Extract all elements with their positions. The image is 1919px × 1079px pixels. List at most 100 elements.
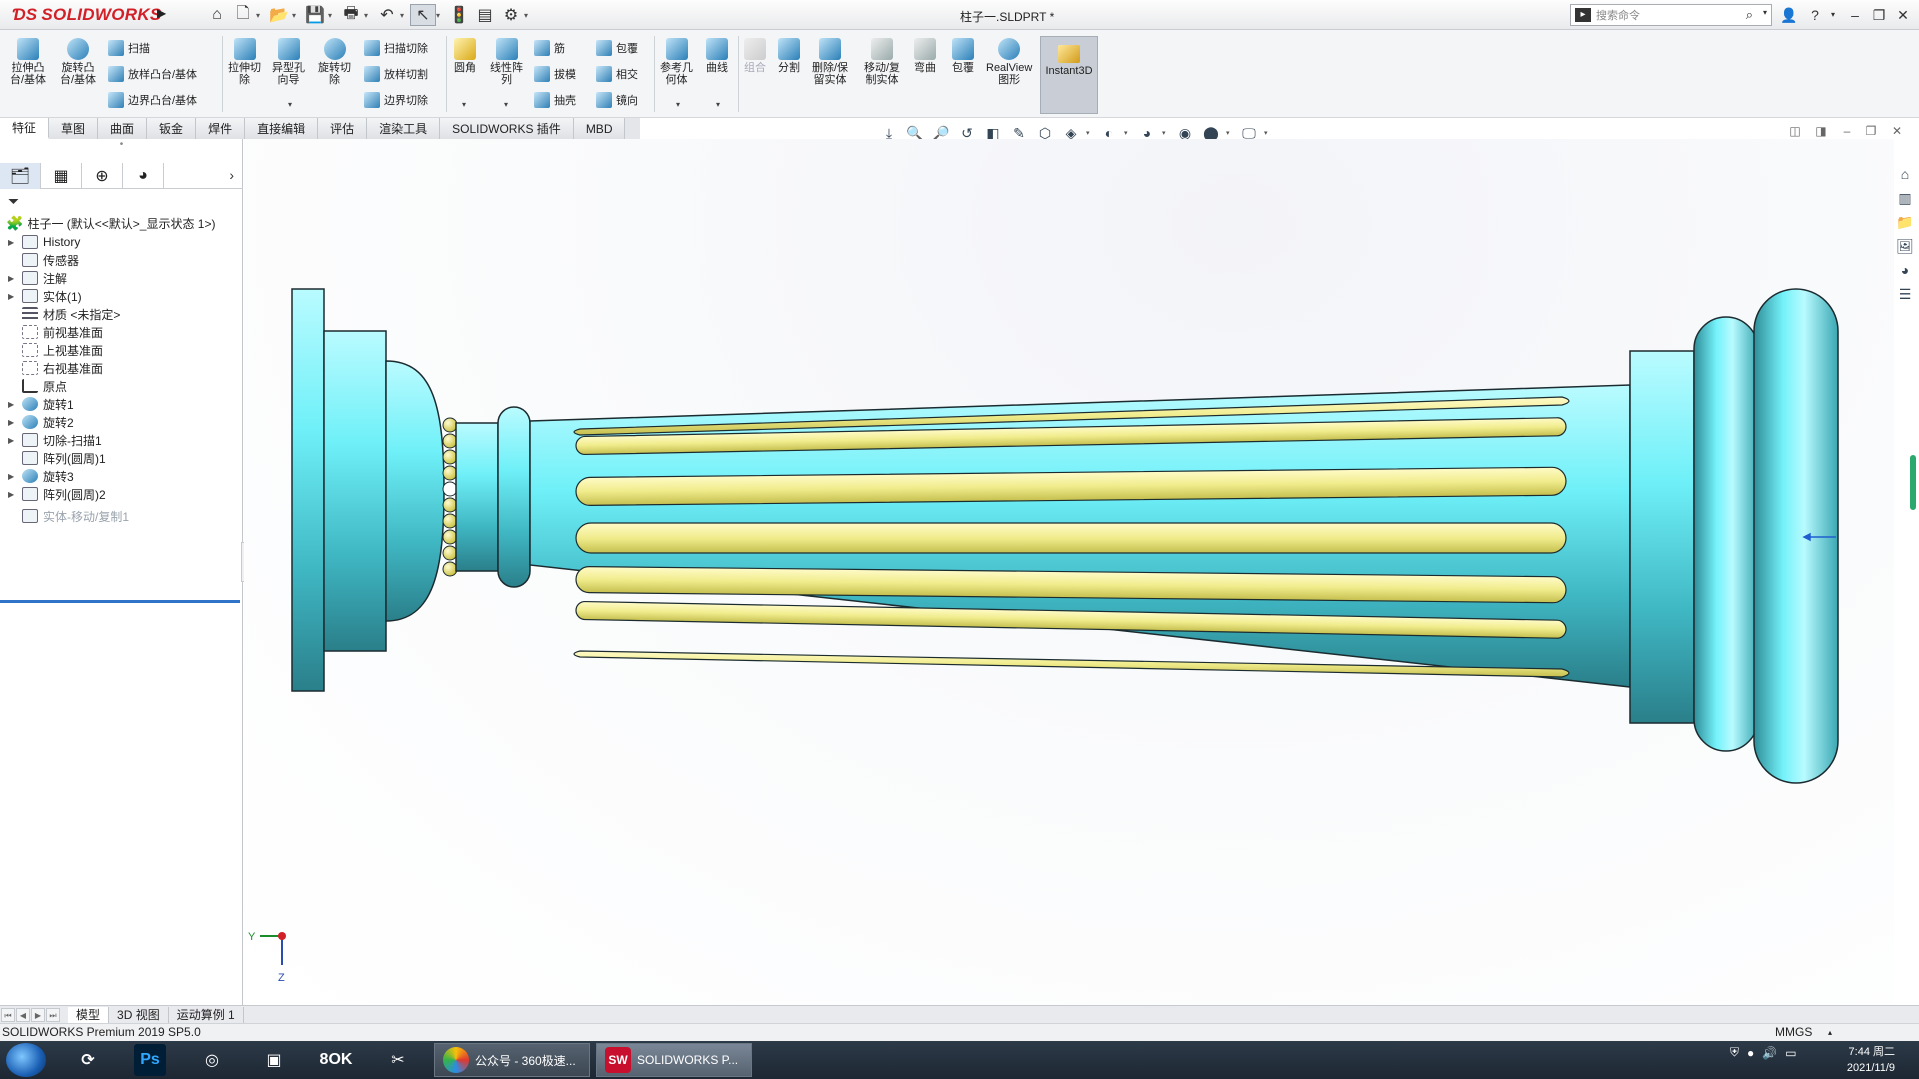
extrude-boss-button[interactable]: 拉伸凸 台/基体 [10,38,46,86]
appearances-icon[interactable]: ◕ [1894,262,1916,284]
file-properties-icon[interactable]: ▤ [472,4,498,26]
select-pointer-icon[interactable]: ↖ [410,4,436,26]
undo-icon[interactable]: ↶ [374,4,400,26]
tree-item[interactable]: ▶ 切除-扫描1 [8,431,102,449]
photoshop-icon[interactable]: Ps [134,1044,166,1076]
minimize-icon[interactable]: – [1844,4,1866,26]
open-dropdown-icon[interactable]: ▾ [292,11,302,20]
expand-arrow-icon[interactable]: ▶ [8,436,22,445]
expand-arrow-icon[interactable]: ▶ [8,472,22,481]
network-icon[interactable]: ▭ [1785,1046,1796,1060]
curves-dropdown-icon[interactable]: ▾ [716,100,720,109]
draft-button[interactable]: 拔模 [534,64,576,84]
display-style-dropdown-icon[interactable]: ▾ [1086,129,1094,137]
qq-music-icon[interactable]: 8OK [314,1044,358,1076]
tree-item[interactable]: ▶ 注解 [8,269,67,287]
sweep-cut-button[interactable]: 扫描切除 [364,38,428,58]
restore-icon[interactable]: ❐ [1868,4,1890,26]
user-account-icon[interactable]: 👤 [1778,4,1800,26]
instant3d-button[interactable]: Instant3D [1040,36,1098,114]
tree-item[interactable]: 实体-移动/复制1 [8,507,129,525]
tree-item[interactable]: ▶ 阵列(圆周)2 [8,485,106,503]
tab-2[interactable]: 曲面 [98,118,148,139]
wrap-body-button[interactable]: 包覆 [952,38,974,74]
extrude-cut-button[interactable]: 拉伸切 除 [228,38,261,86]
options-dropdown-icon[interactable]: ▾ [524,11,534,20]
tab-4[interactable]: 焊件 [196,118,246,139]
reference-geometry-button[interactable]: 参考几 何体 [660,38,693,86]
browser-icon[interactable]: ◎ [190,1044,234,1076]
tab-8[interactable]: SOLIDWORKS 插件 [440,118,574,139]
search-icon[interactable]: ⌕ [1746,7,1753,23]
bottom-tab-1[interactable]: 3D 视图 [109,1006,169,1023]
new-dropdown-icon[interactable]: ▾ [256,11,266,20]
tree-item[interactable]: ▶ 实体(1) [8,287,82,305]
tree-item[interactable]: 传感器 [8,251,79,269]
new-document-icon[interactable]: 🗋 [230,4,256,26]
fillet-button[interactable]: 圆角 [454,38,476,74]
tab-3[interactable]: 钣金 [147,118,197,139]
tree-item[interactable]: 右视基准面 [8,359,103,377]
taskbar-window-solidworks[interactable]: SW SOLIDWORKS P... [596,1043,752,1077]
app-icon[interactable]: ▣ [252,1044,296,1076]
revolve-cut-button[interactable]: 旋转切 除 [318,38,351,86]
volume-icon[interactable]: 🔊 [1762,1046,1777,1060]
curves-button[interactable]: 曲线 [706,38,728,74]
save-icon[interactable]: 💾 [302,4,328,26]
last-tab-icon[interactable]: ⏭ [46,1007,60,1022]
unit-dropdown-icon[interactable]: ▴ [1828,1024,1832,1041]
tab-1[interactable]: 草图 [49,118,99,139]
rebuild-traffic-light-icon[interactable]: 🚦 [446,4,472,26]
expand-arrow-icon[interactable]: ▶ [8,238,22,247]
tab-5[interactable]: 直接编辑 [245,118,319,139]
graphics-area[interactable]: Y Z [244,139,1894,1005]
shield-icon[interactable]: ⛨ [1730,1045,1739,1060]
monitor-dropdown-icon[interactable]: ▾ [1264,129,1272,137]
hole-wizard-dropdown-icon[interactable]: ▾ [288,100,292,109]
undo-dropdown-icon[interactable]: ▾ [400,11,410,20]
configuration-manager-tab-icon[interactable]: ⊕ [82,163,123,189]
mirror-button[interactable]: 镜向 [596,90,638,110]
revolve-boss-button[interactable]: 旋转凸 台/基体 [60,38,96,86]
tree-root-part[interactable]: 🧩 柱子一 (默认<<默认>_显示状态 1>) [6,215,215,232]
hide-show-dropdown-icon[interactable]: ▾ [1124,129,1132,137]
home-icon[interactable]: ⌂ [204,4,230,26]
panel-grip[interactable]: • [0,139,243,159]
tab-0[interactable]: 特征 [0,118,50,139]
fillet-dropdown-icon[interactable]: ▾ [462,100,466,109]
tree-item[interactable]: ▶ 旋转3 [8,467,74,485]
loft-button[interactable]: 放样凸台/基体 [108,64,197,84]
sweep-button[interactable]: 扫描 [108,38,150,58]
windows-start-icon[interactable] [6,1043,46,1077]
print-icon[interactable]: 🖶 [338,4,364,26]
boundary-boss-button[interactable]: 边界凸台/基体 [108,90,197,110]
expand-arrow-icon[interactable]: ▶ [8,490,22,499]
screenshot-tool-icon[interactable]: ✂ [376,1044,420,1076]
tree-item[interactable]: ▶ 旋转1 [8,395,74,413]
display-manager-tab-icon[interactable]: ◕ [123,163,164,189]
options-gear-icon[interactable]: ⚙ [498,4,524,26]
feature-manager-tab-icon[interactable]: 🗂 [0,163,41,189]
tree-item[interactable]: 上视基准面 [8,341,103,359]
delete-keep-body-button[interactable]: 删除/保 留实体 [812,38,848,86]
search-dropdown-icon[interactable]: ▾ [1763,8,1767,17]
tab-7[interactable]: 渲染工具 [367,118,441,139]
linear-pattern-button[interactable]: 线性阵 列 [490,38,523,86]
file-explorer-icon[interactable]: 📁 [1894,214,1916,236]
tree-item[interactable]: 材质 <未指定> [8,305,120,323]
wrap-button[interactable]: 包覆 [596,38,638,58]
menu-expand-icon[interactable]: ▶ [157,6,171,24]
loft-cut-button[interactable]: 放样切割 [364,64,428,84]
rollback-bar[interactable] [0,600,240,603]
view-palette-icon[interactable]: 🖼 [1894,238,1916,260]
solidworks-resources-icon[interactable]: ⌂ [1894,166,1916,188]
design-library-icon[interactable]: ▥ [1894,190,1916,212]
hole-wizard-button[interactable]: 异型孔 向导 [272,38,305,86]
security-icon[interactable]: ● [1747,1046,1754,1060]
tree-item[interactable]: 前视基准面 [8,323,103,341]
print-dropdown-icon[interactable]: ▾ [364,11,374,20]
bottom-tab-2[interactable]: 运动算例 1 [169,1006,244,1023]
scene-dropdown-icon[interactable]: ▾ [1226,129,1234,137]
expand-arrow-icon[interactable]: ▶ [8,274,22,283]
boundary-cut-button[interactable]: 边界切除 [364,90,428,110]
